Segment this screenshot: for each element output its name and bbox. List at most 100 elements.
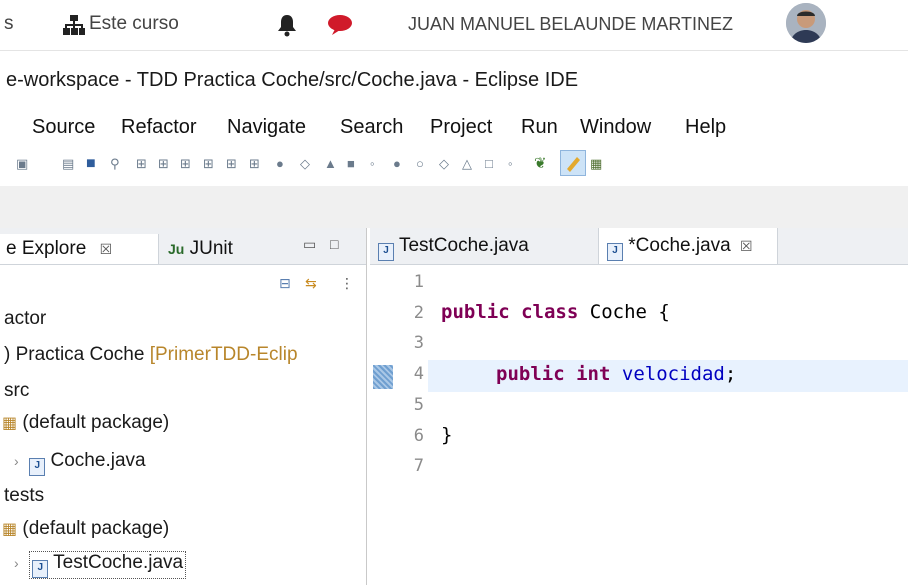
sitemap-icon[interactable] [62,14,86,36]
circle-shape-icon[interactable]: ● [276,156,284,172]
code-editor[interactable] [370,228,908,585]
chevron-right-icon[interactable]: › [14,453,19,469]
tree-item-tests[interactable]: tests [4,485,44,507]
toolbar-band [0,186,908,228]
user-name[interactable]: JUAN MANUEL BELAUNDE MARTINEZ [408,14,733,35]
line-number: 4 [413,364,424,384]
small-diamond-icon[interactable]: ◇ [439,156,449,172]
menu-project[interactable]: Project [430,116,492,139]
tree-item-label: (default package) [22,412,170,433]
toolbar-icon-d[interactable]: ⊞ [203,156,214,172]
tree-item-coche[interactable]: › J Coche.java [14,450,146,476]
java-file-icon: J [32,560,49,578]
code-line-6[interactable]: } [441,424,452,446]
toolbar-icon-f[interactable]: ⊞ [249,156,260,172]
tab-junit-label: JUnit [189,238,233,259]
editor-tabs: J TestCoche.java J *Coche.java ☒ [370,228,908,265]
small-circle-icon[interactable]: ○ [416,156,424,172]
static-outline-icon[interactable]: ◦ [508,156,513,172]
messages-icon[interactable] [327,14,353,36]
window-title-bar: e-workspace - TDD Practica Coche/src/Coc… [0,51,908,106]
menu-window[interactable]: Window [580,116,651,139]
line-number: 5 [413,395,424,415]
tab-label: TestCoche.java [398,235,529,256]
tree-item-label: Coche.java [50,450,146,471]
java-file-icon: J [29,458,46,476]
tab-package-explorer[interactable]: e Explore ☒ [0,234,159,264]
square-shape-icon[interactable]: ■ [347,156,355,172]
top-navigation-bar: s Este curso JUAN MANUEL BELAUNDE MARTIN… [0,0,908,51]
menu-navigate[interactable]: Navigate [227,116,306,139]
junit-icon: Ju [168,241,185,257]
tab-coche-active[interactable]: J *Coche.java ☒ [598,228,778,264]
toolbar-icon-b[interactable]: ⊞ [158,156,169,172]
menu-run[interactable]: Run [521,116,558,139]
notification-bell-icon[interactable] [276,13,298,37]
tree-item-label: TestCoche.java [53,552,184,573]
collapse-all-icon[interactable]: ⊟ [279,275,291,292]
tree-item[interactable]: actor [4,308,46,330]
toolbar-icon-e[interactable]: ⊞ [226,156,237,172]
tab-junit[interactable]: Ju JUnit [168,234,233,264]
package-icon: ▦ [2,415,18,432]
tab-testcoche[interactable]: J TestCoche.java [378,228,529,264]
package-icon: ▦ [2,521,18,538]
small-triangle-icon[interactable]: △ [462,156,472,172]
diamond-shape-icon[interactable]: ◇ [300,156,310,172]
code-line-2[interactable]: public class Coche { [441,301,670,323]
tip-icon[interactable]: ❦ [534,156,547,172]
tree-item-label: (default package) [22,518,170,539]
tree-item-label: ) Practica Coche [4,344,145,365]
editor-gutter [371,265,393,585]
toolbar-icon-a[interactable]: ⊞ [136,156,147,172]
minimize-icon[interactable]: ▭ [303,236,316,253]
keyword: public [441,301,510,323]
maximize-icon[interactable]: □ [330,236,338,252]
left-panel-tabs: e Explore ☒ Ju JUnit ▭ □ [0,228,366,265]
triangle-shape-icon[interactable]: ▲ [324,156,337,172]
pin-icon[interactable]: ⚲ [110,156,120,172]
static-shape-icon[interactable]: ◦ [370,156,375,172]
close-icon[interactable]: ☒ [740,238,753,254]
window-title: e-workspace - TDD Practica Coche/src/Coc… [6,69,579,91]
close-icon[interactable]: ☒ [100,241,113,257]
code-text: Coche { [589,301,670,323]
new-java-file-icon[interactable]: ▤ [62,156,74,172]
course-link[interactable]: Este curso [89,13,179,35]
view-menu-icon[interactable]: ⋮ [340,275,354,292]
tree-item-package[interactable]: ▦ (default package) [2,518,169,540]
menu-search[interactable]: Search [340,116,403,139]
save-all-icon[interactable]: ▣ [16,156,28,172]
tree-item-project[interactable]: ) Practica Coche [PrimerTDD-Eclip [4,344,298,366]
menu-refactor[interactable]: Refactor [121,116,197,139]
change-marker [373,365,393,389]
code-text: ; [724,363,737,385]
code-line-4[interactable]: public int velocidad; [496,363,736,385]
highlight-toggle-icon[interactable] [560,150,586,176]
field-name: velocidad [621,363,725,385]
chevron-right-icon[interactable]: › [14,555,19,571]
small-square-icon[interactable]: □ [485,156,493,172]
menu-help[interactable]: Help [685,116,726,139]
topbar-fragment: s [4,13,14,34]
menu-source[interactable]: Source [32,116,95,139]
code-text: } [441,424,453,446]
tab-explorer-label: e Explore [6,238,87,259]
link-editor-icon[interactable]: ⇆ [305,275,317,292]
user-avatar[interactable] [786,3,826,43]
line-number: 6 [413,426,424,446]
keyword: int [576,363,611,385]
tree-item-package[interactable]: ▦ (default package) [2,412,169,434]
keyword: class [521,301,579,323]
tab-label: *Coche.java [628,235,731,256]
tree-item-src[interactable]: src [4,380,29,402]
toolbar-icon-end[interactable]: ▦ [590,156,602,172]
tree-item-label: actor [4,308,47,329]
console-icon[interactable]: ■ [86,156,96,172]
ball-shape-icon[interactable]: ● [393,156,401,172]
line-number: 3 [413,333,424,353]
keyword: public [496,363,565,385]
toolbar-icon-c[interactable]: ⊞ [180,156,191,172]
tree-item-label: src [4,380,30,401]
tree-item-testcoche[interactable]: › J TestCoche.java [14,551,187,579]
